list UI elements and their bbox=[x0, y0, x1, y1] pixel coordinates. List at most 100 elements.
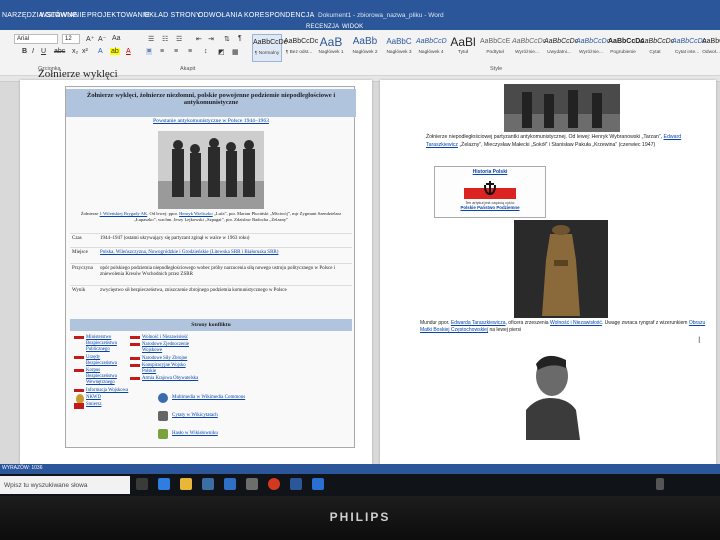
multilevel-list-icon[interactable]: ☲ bbox=[176, 35, 182, 43]
link-win[interactable]: Wolność i Niezawisłość bbox=[550, 320, 602, 326]
store-icon[interactable] bbox=[202, 478, 214, 490]
row-value[interactable]: Polska, Wileńszczyzna, Nowogródzkie i Gr… bbox=[100, 250, 350, 256]
page-right[interactable]: Żołnierze niepodległościowej partyzantki… bbox=[380, 80, 716, 464]
side-item[interactable]: Konspiracyjne Wojsko Polskie bbox=[130, 363, 200, 375]
infobox-title: Żołnierze wyklęci, żołnierze niezłomni, … bbox=[66, 89, 356, 117]
uniform-image bbox=[514, 220, 608, 318]
style-bez-odstepow[interactable]: AaBbCcDc ¶ Bez odst... bbox=[284, 34, 319, 62]
side-communist: Ministerstwo Bezpieczeństwa Publicznego … bbox=[74, 335, 130, 410]
side-item[interactable]: Korpus Bezpieczeństwa Wewnętrznego bbox=[74, 368, 130, 387]
side-item[interactable]: Informacja Wojskowa bbox=[74, 388, 130, 395]
style-label: Podtytuł bbox=[486, 50, 504, 55]
commons-link[interactable]: Multimedia w Wikimedia Commons bbox=[158, 393, 348, 411]
file-explorer-icon[interactable] bbox=[180, 478, 192, 490]
side-item[interactable]: Wolność i Niezawisłość bbox=[130, 335, 200, 342]
strikethrough-icon[interactable]: abc bbox=[54, 48, 65, 55]
tab-uklad-strony[interactable]: UKŁAD STRONY bbox=[144, 12, 201, 19]
historia-polski-link[interactable]: Historia Polski bbox=[435, 169, 545, 175]
style-naglowek-4[interactable]: AaBbCcD Nagłówek 4 bbox=[416, 34, 447, 62]
page-left[interactable]: Żołnierze wyklęci, żołnierze niezłomni, … bbox=[20, 80, 372, 464]
row-value: 1944–1947 (ostatni ukrywający się partyz… bbox=[100, 236, 250, 241]
side-item[interactable]: Ministerstwo Bezpieczeństwa Publicznego bbox=[74, 335, 130, 354]
mail-icon[interactable] bbox=[224, 478, 236, 490]
notifications-icon[interactable] bbox=[656, 478, 664, 490]
side-item[interactable]: Narodowe Siły Zbrojne bbox=[130, 356, 200, 363]
decrease-indent-icon[interactable]: ⇤ bbox=[196, 35, 202, 43]
taskbar-search[interactable]: Wpisz tu wyszukiwane słowa bbox=[0, 476, 130, 494]
bold-icon[interactable]: B bbox=[22, 48, 27, 55]
text-effects-icon[interactable]: A bbox=[98, 48, 103, 55]
shading-icon[interactable]: ◩ bbox=[218, 48, 225, 56]
style-podtytul[interactable]: AaBbCcE Podtytuł bbox=[480, 34, 510, 62]
bullets-icon[interactable]: ☰ bbox=[148, 35, 154, 43]
style-label: Uwydatni... bbox=[547, 50, 571, 55]
word-taskbar-icon[interactable] bbox=[290, 478, 302, 490]
polish-flag-image bbox=[464, 177, 516, 199]
side-independence: Wolność i Niezawisłość Narodowe Zjednocz… bbox=[130, 335, 200, 384]
caption-link-brigade[interactable]: 1 Wileńskiej Brygady AK bbox=[100, 211, 148, 216]
borders-icon[interactable]: ▦ bbox=[232, 48, 239, 56]
infobox-subtitle-link[interactable]: Powstanie antykomunistyczne w Polsce 194… bbox=[66, 118, 356, 124]
tab-korespondencja[interactable]: KORESPONDENCJA bbox=[244, 12, 314, 19]
sort-icon[interactable]: ⇅ bbox=[224, 35, 230, 43]
tab-wstawianie[interactable]: WSTAWIANIE bbox=[40, 12, 86, 19]
side-item[interactable]: Armia Krajowa Obywatelska bbox=[130, 376, 200, 384]
style-uwydatnienie[interactable]: AaBbCcDc Uwydatni... bbox=[544, 34, 579, 62]
poland-flag-icon bbox=[74, 336, 84, 342]
partisans-photo-image bbox=[504, 84, 620, 132]
underline-icon[interactable]: U bbox=[41, 48, 46, 55]
style-wyroznienie-intensywne[interactable]: AaBbCcDc Wyróżnie... bbox=[576, 34, 610, 62]
link-taraszkiewicz-2[interactable]: Edwarda Taraszkiewicza bbox=[451, 320, 506, 326]
increase-indent-icon[interactable]: ⇥ bbox=[208, 35, 214, 43]
wiktionary-link[interactable]: Hasło w Wikisłowniku bbox=[158, 429, 348, 447]
caption-link-wieliczko[interactable]: Henryk Wieliczko bbox=[179, 211, 213, 216]
style-naglowek-1[interactable]: AaB Nagłówek 1 bbox=[316, 34, 346, 62]
style-wyroznienie-delikatne[interactable]: AaBbCcDc Wyróżnie... bbox=[512, 34, 546, 62]
side-item[interactable]: Narodowe Zjednoczenie Wojskowe bbox=[130, 342, 200, 354]
align-left-icon[interactable]: ≡ bbox=[146, 48, 153, 55]
side-item[interactable]: Smiersz bbox=[74, 402, 130, 410]
wikiquote-link[interactable]: Cytaty w Wikicytatach bbox=[158, 411, 348, 429]
outlook-icon[interactable] bbox=[312, 478, 324, 490]
highlight-icon[interactable]: ab bbox=[110, 48, 120, 55]
app-icon[interactable] bbox=[246, 478, 258, 490]
style-naglowek-3[interactable]: AaBbC Nagłówek 3 bbox=[384, 34, 414, 62]
style-normalny[interactable]: AaBbCcDc ¶ Normalny bbox=[252, 34, 287, 62]
style-naglowek-2[interactable]: AaBb Nagłówek 2 bbox=[350, 34, 380, 62]
style-pogrubienie[interactable]: AaBbCcDc Pogrubienie bbox=[608, 34, 644, 62]
style-cytat-intensywny[interactable]: AaBbCcDc Cytat inte... bbox=[672, 34, 706, 62]
style-label: Pogrubienie bbox=[610, 50, 636, 55]
row-key: Czas bbox=[72, 236, 82, 241]
justify-icon[interactable]: ≡ bbox=[188, 48, 192, 55]
task-view-icon[interactable] bbox=[136, 478, 148, 490]
subscript-icon[interactable]: x₂ bbox=[72, 48, 78, 55]
style-tytul[interactable]: AaBl Tytuł bbox=[448, 34, 478, 62]
numbering-icon[interactable]: ☷ bbox=[162, 35, 168, 43]
caption-text: Żołnierze bbox=[80, 211, 99, 216]
font-size-box[interactable]: 12 bbox=[62, 34, 80, 44]
line-spacing-icon[interactable]: ↕ bbox=[204, 48, 208, 55]
edge-icon[interactable] bbox=[158, 478, 170, 490]
change-case-icon[interactable]: Aa bbox=[112, 35, 121, 42]
style-odwolanie[interactable]: AaBbCcDc Odwoł... bbox=[702, 34, 720, 62]
uniform-caption: Mundur ppor. Edwarda Taraszkiewicza, ofi… bbox=[420, 320, 712, 335]
font-color-icon[interactable]: A bbox=[126, 48, 131, 55]
italic-icon[interactable]: I bbox=[32, 48, 34, 55]
shrink-font-icon[interactable]: A⁻ bbox=[98, 35, 106, 43]
font-name-box[interactable]: Arial bbox=[14, 34, 58, 44]
style-preview: AaBbCcDc bbox=[544, 38, 579, 45]
opera-icon[interactable] bbox=[268, 478, 280, 490]
superscript-icon[interactable]: x² bbox=[82, 48, 88, 55]
polskie-panstwo-podziemne-link[interactable]: Polskie Państwo Podziemne bbox=[435, 205, 545, 210]
tab-odwolania[interactable]: ODWOŁANIA bbox=[198, 12, 243, 19]
align-right-icon[interactable]: ≡ bbox=[174, 48, 178, 55]
tab-projektowanie[interactable]: PROJEKTOWANIE bbox=[87, 12, 150, 19]
style-cytat[interactable]: AaBbCcDc Cytat bbox=[640, 34, 674, 62]
pilcrow-icon[interactable]: ¶ bbox=[238, 35, 242, 42]
side-item[interactable]: Urzędy Bezpieczeństwa bbox=[74, 355, 130, 367]
grow-font-icon[interactable]: A⁺ bbox=[86, 35, 94, 43]
style-preview: AaBbCcDc bbox=[284, 38, 319, 45]
word-count[interactable]: WYRAZÓW: 1036 bbox=[2, 465, 42, 471]
side-item[interactable]: NKWD bbox=[74, 393, 130, 404]
align-center-icon[interactable]: ≡ bbox=[160, 48, 164, 55]
